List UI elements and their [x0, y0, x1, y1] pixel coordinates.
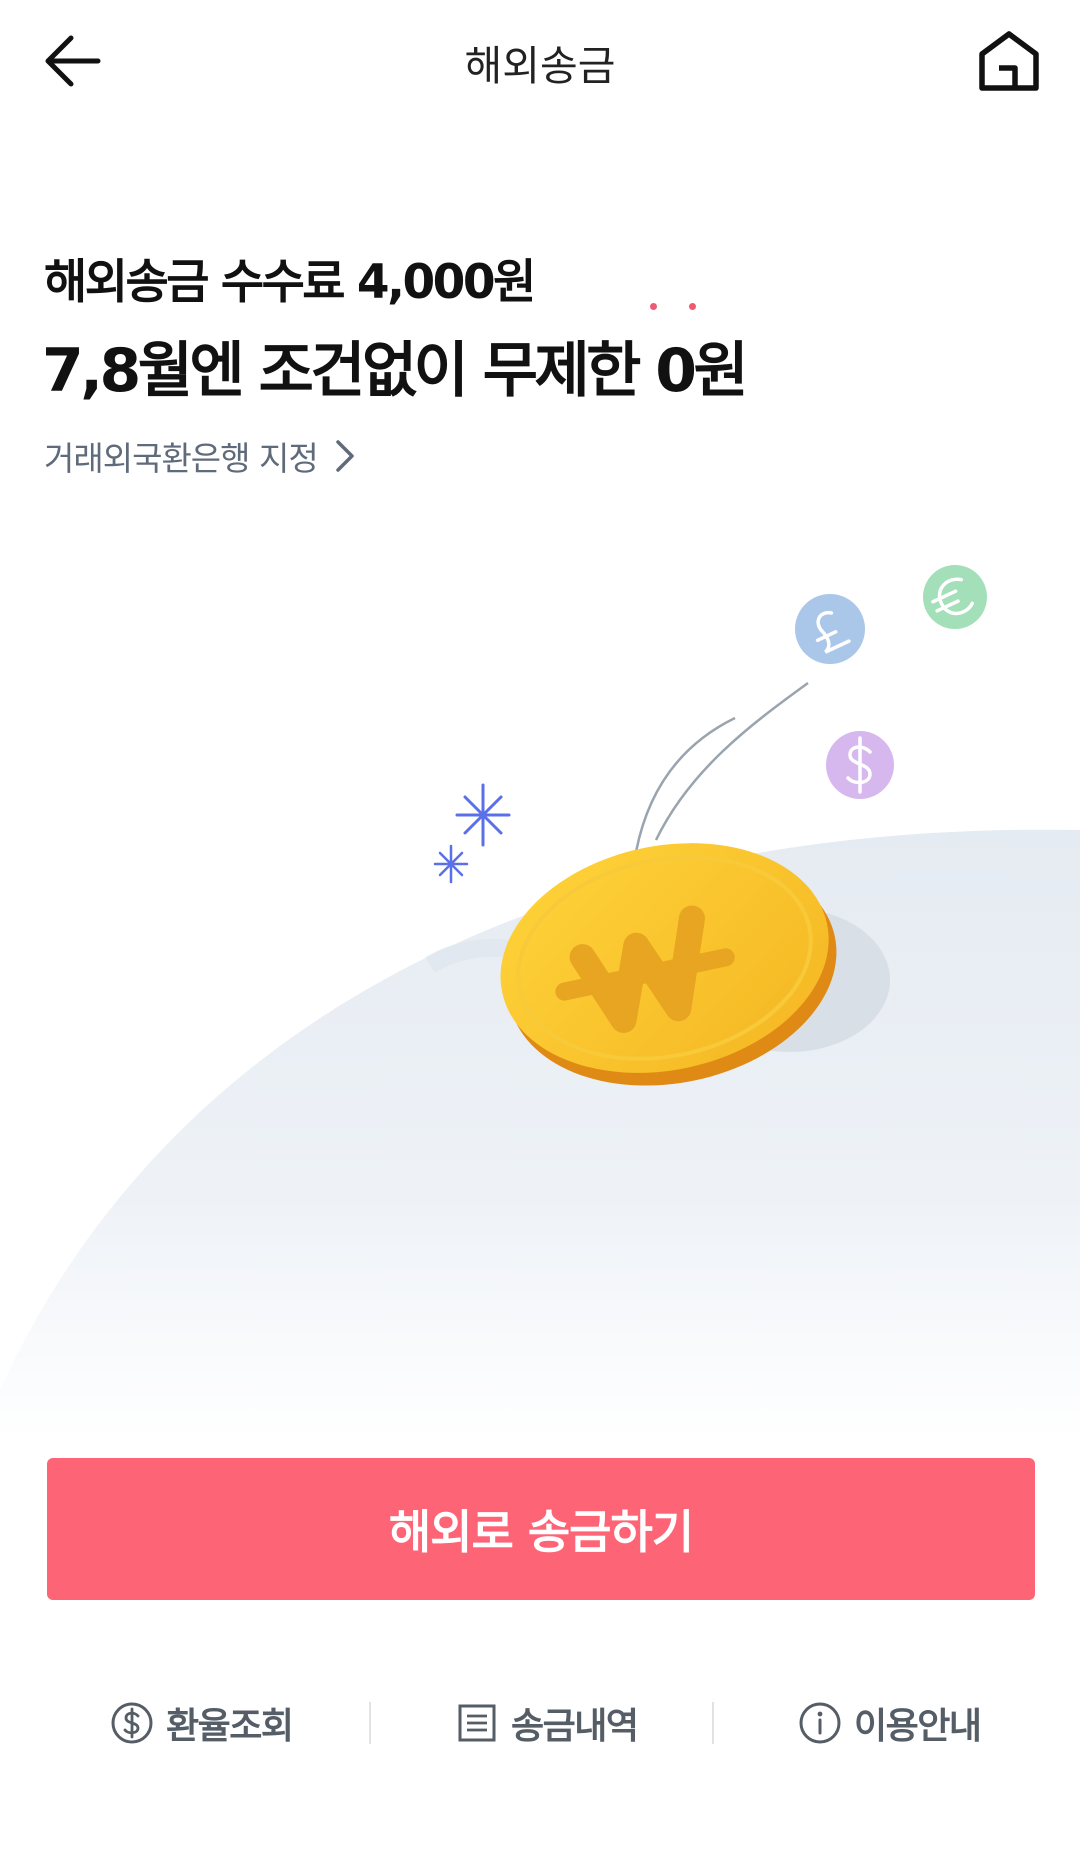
sparkle-icon	[433, 844, 469, 884]
exchange-rate-button[interactable]: 환율조회	[110, 1680, 294, 1765]
usage-guide-label: 이용안내	[854, 1705, 982, 1747]
home-button[interactable]	[975, 28, 1045, 94]
chevron-right-icon	[335, 440, 354, 472]
bank-designation-label: 거래외국환은행 지정	[44, 439, 319, 478]
info-circle-icon	[799, 1702, 841, 1743]
list-document-icon	[458, 1704, 496, 1741]
divider	[369, 1702, 371, 1744]
dollar-coin-icon	[826, 731, 894, 799]
app-header: 해외송금	[0, 0, 1080, 125]
bottom-menu: 환율조회 송금내역 이용안내	[0, 1680, 1080, 1765]
transfer-history-button[interactable]: 송금내역	[455, 1680, 639, 1765]
home-icon	[979, 31, 1039, 91]
send-money-abroad-button[interactable]: 해외로 송금하기	[47, 1458, 1035, 1600]
promo-headline: 7,8월엔 조건없이 무제한 0원	[42, 336, 749, 406]
usage-guide-button[interactable]: 이용안내	[798, 1680, 982, 1765]
dollar-circle-icon	[111, 1702, 153, 1743]
sparkle-icon	[455, 783, 511, 847]
divider	[712, 1702, 714, 1744]
euro-coin-icon	[923, 565, 987, 629]
pound-coin-icon	[795, 594, 865, 664]
promo-fee-text: 해외송금 수수료 4,000원	[44, 255, 536, 310]
emphasis-dot	[689, 303, 696, 310]
bank-designation-link[interactable]: 거래외국환은행 지정	[44, 432, 356, 480]
exchange-rate-label: 환율조회	[166, 1705, 294, 1747]
transfer-history-label: 송금내역	[511, 1705, 639, 1747]
emphasis-dot	[650, 303, 657, 310]
remittance-illustration	[0, 565, 1080, 1440]
page-title: 해외송금	[464, 42, 616, 90]
